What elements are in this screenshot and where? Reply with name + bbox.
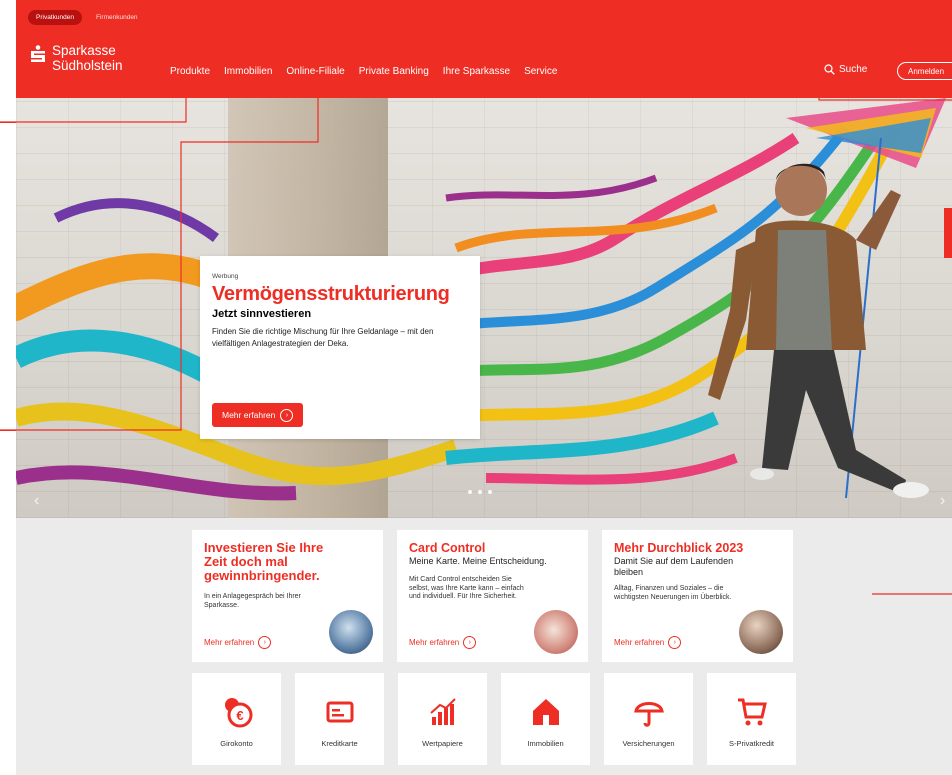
category-kreditkarte[interactable]: Kreditkarte [295, 673, 384, 765]
hero-promo-card: Werbung Vermögensstrukturierung Jetzt si… [200, 256, 480, 439]
chevron-right-icon: › [463, 636, 477, 649]
hero-headline: Vermögensstrukturierung [212, 283, 450, 305]
category-label: Kreditkarte [321, 739, 358, 748]
teaser-subline: Damit Sie auf dem Laufenden bleiben [614, 556, 734, 577]
teaser-subline: Meine Karte. Meine Entscheidung. [409, 556, 547, 566]
teaser-body: In ein Anlagegespräch bei Ihrer Sparkass… [204, 593, 301, 609]
category-label: Wertpapiere [422, 739, 463, 748]
hero-button-label: Mehr erfahren [222, 410, 276, 420]
umbrella-icon [633, 702, 664, 727]
teaser-link-label: Mehr erfahren [409, 638, 460, 647]
teaser-link[interactable]: Mehr erfahren › [204, 636, 272, 649]
segment-firmenkunden[interactable]: Firmenkunden [88, 10, 146, 25]
teaser-link-label: Mehr erfahren [204, 638, 255, 647]
slider-prev-arrow-icon[interactable]: ‹ [34, 492, 39, 510]
svg-text:€: € [236, 708, 243, 723]
search-icon [824, 64, 835, 75]
nav-item-online-filiale[interactable]: Online-Filiale [286, 66, 344, 77]
hero-text: Finden Sie die richtige Mischung für Ihr… [212, 327, 434, 348]
teaser-photo [739, 610, 783, 654]
category-label: Immobilien [527, 739, 564, 748]
ad-label: Werbung [212, 273, 239, 280]
euro-coins-icon: € [224, 698, 252, 728]
bar-chart-icon [429, 698, 456, 725]
nav-item-immobilien[interactable]: Immobilien [224, 66, 272, 77]
slider-dot[interactable] [488, 490, 492, 494]
nav-item-private-banking[interactable]: Private Banking [359, 66, 429, 77]
category-label: Versicherungen [622, 739, 675, 748]
segment-privatkunden[interactable]: Privatkunden [28, 10, 82, 25]
chevron-right-icon: › [258, 636, 272, 649]
slider-dot[interactable] [478, 490, 482, 494]
man-with-kite-photo [708, 163, 929, 498]
category-wertpapiere[interactable]: Wertpapiere [398, 673, 487, 765]
teaser-card[interactable]: Card Control Meine Karte. Meine Entschei… [397, 530, 588, 662]
header-bar: Privatkunden Firmenkunden Sparkasse Südh… [16, 0, 952, 98]
teaser-body: Alltag, Finanzen und Soziales – die wich… [614, 585, 732, 601]
teaser-link[interactable]: Mehr erfahren › [614, 636, 682, 649]
teaser-card[interactable]: Mehr Durchblick 2023 Damit Sie auf dem L… [602, 530, 793, 662]
hero-more-button[interactable]: Mehr erfahren › [212, 403, 304, 427]
teaser-link[interactable]: Mehr erfahren › [409, 636, 477, 649]
house-icon [532, 699, 559, 725]
hero-subheadline: Jetzt sinnvestieren [212, 308, 312, 320]
search-label: Suche [839, 64, 868, 75]
chevron-right-icon: › [668, 636, 682, 649]
chevron-right-icon: › [280, 408, 294, 422]
category-s-privatkredit[interactable]: S-Privatkredit [707, 673, 796, 765]
credit-card-icon [326, 701, 353, 723]
side-badge[interactable] [944, 208, 952, 258]
category-label: Girokonto [220, 739, 253, 748]
sparkasse-logo[interactable]: Sparkasse Südholstein [30, 43, 123, 73]
sparkasse-s-icon [30, 45, 46, 63]
main-nav: Produkte Immobilien Online-Filiale Priva… [170, 66, 557, 77]
teaser-headline: Card Control [409, 541, 486, 555]
brand-line-1: Sparkasse [52, 43, 116, 58]
slider-dots [468, 490, 492, 494]
teaser-headline: Investieren Sie Ihre Zeit doch mal gewin… [204, 540, 324, 583]
slider-dot[interactable] [468, 490, 472, 494]
category-girokonto[interactable]: € Girokonto [192, 673, 281, 765]
shopping-cart-icon [737, 698, 767, 726]
nav-item-service[interactable]: Service [524, 66, 557, 77]
slider-next-arrow-icon[interactable]: › [940, 492, 945, 510]
teaser-card[interactable]: Investieren Sie Ihre Zeit doch mal gewin… [192, 530, 383, 662]
category-versicherungen[interactable]: Versicherungen [604, 673, 693, 765]
browser-viewport: Privatkunden Firmenkunden Sparkasse Südh… [16, 0, 952, 775]
category-label: S-Privatkredit [728, 739, 774, 748]
teaser-body: Mit Card Control entscheiden Sie selbst,… [409, 576, 524, 600]
teaser-link-label: Mehr erfahren [614, 638, 665, 647]
nav-item-produkte[interactable]: Produkte [170, 66, 210, 77]
nav-item-ihre-sparkasse[interactable]: Ihre Sparkasse [443, 66, 510, 77]
login-button[interactable]: Anmelden [897, 62, 952, 80]
search-button[interactable]: Suche [824, 64, 867, 75]
brand-line-2: Südholstein [52, 58, 123, 73]
hero-banner: Werbung Vermögensstrukturierung Jetzt si… [16, 98, 952, 518]
category-immobilien[interactable]: Immobilien [501, 673, 590, 765]
teaser-headline: Mehr Durchblick 2023 [614, 541, 744, 555]
teaser-photo [329, 610, 373, 654]
teaser-photo [534, 610, 578, 654]
